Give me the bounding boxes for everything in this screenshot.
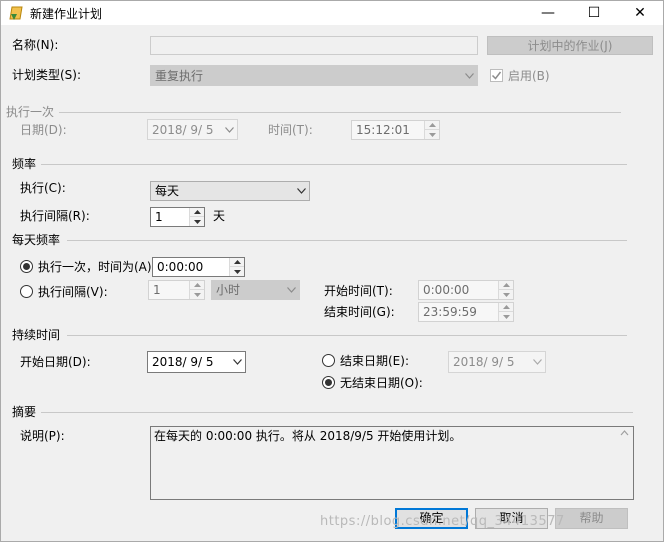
one-time-time-input[interactable]: 15:12:01: [351, 120, 440, 140]
spin-down-icon[interactable]: [190, 217, 204, 226]
window-title: 新建作业计划: [30, 7, 103, 21]
occurs-every-radio[interactable]: [20, 285, 33, 298]
recurs-input[interactable]: 1: [150, 207, 205, 227]
divider: [41, 164, 627, 165]
occurs-every-label: 执行间隔(V):: [38, 285, 108, 299]
recurs-label: 执行间隔(R):: [20, 209, 90, 223]
end-time-value: 23:59:59: [423, 305, 477, 319]
time-spinner[interactable]: [424, 121, 439, 139]
end-date-value: 2018/ 9/ 5: [453, 355, 515, 369]
spin-up-icon[interactable]: [499, 303, 513, 312]
every-spinner[interactable]: [189, 281, 204, 299]
recurs-spinner[interactable]: [189, 208, 204, 226]
occurs-label: 执行(C):: [20, 181, 66, 195]
jobs-in-schedule-button[interactable]: 计划中的作业(J): [487, 36, 653, 55]
recurs-value: 1: [155, 210, 163, 224]
start-time-label: 开始时间(T):: [324, 284, 393, 298]
schedule-type-value: 重复执行: [155, 69, 204, 83]
occurs-every-value: 1: [153, 283, 161, 297]
divider: [67, 240, 627, 241]
chevron-down-icon: [233, 359, 242, 365]
dialog-window: 新建作业计划 — ☐ ✕ 名称(N): 计划中的作业(J) 计划类型(S): 重…: [0, 0, 664, 542]
end-time-label: 结束时间(G):: [324, 305, 395, 319]
spin-down-icon[interactable]: [499, 290, 513, 299]
description-label: 说明(P):: [20, 429, 65, 443]
once-time-spinner[interactable]: [229, 258, 244, 276]
occurs-once-time-input[interactable]: 0:00:00: [152, 257, 245, 277]
end-time-input[interactable]: 23:59:59: [418, 302, 514, 322]
one-time-date-label: 日期(D):: [20, 123, 67, 137]
schedule-icon: [8, 5, 24, 21]
one-time-header: 执行一次: [6, 105, 55, 119]
spin-down-icon[interactable]: [425, 130, 439, 139]
start-time-spinner[interactable]: [498, 281, 513, 299]
summary-header: 摘要: [12, 405, 37, 419]
description-scrollbar[interactable]: [616, 427, 633, 499]
chevron-down-icon: [297, 188, 306, 194]
frequency-header: 频率: [12, 157, 37, 171]
no-end-date-radio[interactable]: [322, 376, 335, 389]
end-date-label: 结束日期(E):: [340, 354, 409, 368]
spin-up-icon[interactable]: [425, 121, 439, 130]
spin-up-icon[interactable]: [190, 281, 204, 290]
end-date-picker[interactable]: 2018/ 9/ 5: [448, 351, 546, 373]
occurs-select[interactable]: 每天: [150, 181, 310, 201]
divider: [67, 335, 627, 336]
description-textarea[interactable]: 在每天的 0:00:00 执行。将从 2018/9/5 开始使用计划。: [150, 426, 634, 500]
schedule-type-label: 计划类型(S):: [12, 68, 82, 82]
watermark-text: https://blog.csdn.net/qq_34413577: [320, 514, 565, 529]
occurs-once-label: 执行一次，时间为(A):: [38, 260, 156, 274]
spin-up-icon[interactable]: [190, 208, 204, 217]
spin-down-icon[interactable]: [190, 290, 204, 299]
maximize-button[interactable]: ☐: [571, 1, 617, 25]
chevron-down-icon: [533, 359, 542, 365]
occurs-value: 每天: [155, 184, 180, 198]
start-date-label: 开始日期(D):: [20, 355, 91, 369]
chevron-down-icon: [225, 126, 234, 133]
occurs-every-input[interactable]: 1: [148, 280, 205, 300]
name-input[interactable]: [150, 36, 478, 55]
occurs-every-unit-select[interactable]: 小时: [211, 280, 300, 300]
spin-up-icon[interactable]: [230, 258, 244, 267]
chevron-down-icon: [465, 72, 474, 79]
spin-down-icon[interactable]: [499, 312, 513, 321]
spin-down-icon[interactable]: [230, 267, 244, 276]
chevron-down-icon: [287, 287, 296, 293]
help-button[interactable]: 帮助: [555, 508, 628, 529]
title-bar: 新建作业计划 — ☐ ✕: [1, 1, 663, 25]
occurs-every-unit-value: 小时: [216, 283, 241, 297]
one-time-date-picker[interactable]: 2018/ 9/ 5: [147, 119, 238, 140]
minimize-button[interactable]: —: [525, 1, 571, 25]
start-date-value: 2018/ 9/ 5: [152, 355, 214, 369]
start-date-picker[interactable]: 2018/ 9/ 5: [147, 351, 246, 373]
no-end-date-label: 无结束日期(O):: [340, 376, 423, 390]
one-time-time-label: 时间(T):: [268, 123, 313, 137]
spin-up-icon[interactable]: [499, 281, 513, 290]
one-time-time-value: 15:12:01: [356, 123, 410, 137]
schedule-type-select[interactable]: 重复执行: [150, 65, 478, 86]
duration-header: 持续时间: [12, 328, 61, 342]
divider: [41, 412, 633, 413]
occurs-once-time-value: 0:00:00: [157, 260, 204, 274]
start-time-input[interactable]: 0:00:00: [418, 280, 514, 300]
enabled-label: 启用(B): [508, 69, 550, 83]
recurs-unit-label: 天: [213, 209, 226, 223]
end-time-spinner[interactable]: [498, 303, 513, 321]
checkmark-icon: [491, 71, 502, 80]
enabled-checkbox[interactable]: [490, 69, 503, 82]
daily-frequency-header: 每天频率: [12, 233, 61, 247]
close-button[interactable]: ✕: [617, 1, 663, 25]
description-text: 在每天的 0:00:00 执行。将从 2018/9/5 开始使用计划。: [154, 429, 462, 443]
scroll-up-icon[interactable]: [616, 427, 633, 439]
end-date-radio[interactable]: [322, 354, 335, 367]
divider: [59, 112, 621, 113]
start-time-value: 0:00:00: [423, 283, 470, 297]
one-time-date-value: 2018/ 9/ 5: [152, 123, 214, 137]
name-label: 名称(N):: [12, 38, 59, 52]
occurs-once-radio[interactable]: [20, 260, 33, 273]
